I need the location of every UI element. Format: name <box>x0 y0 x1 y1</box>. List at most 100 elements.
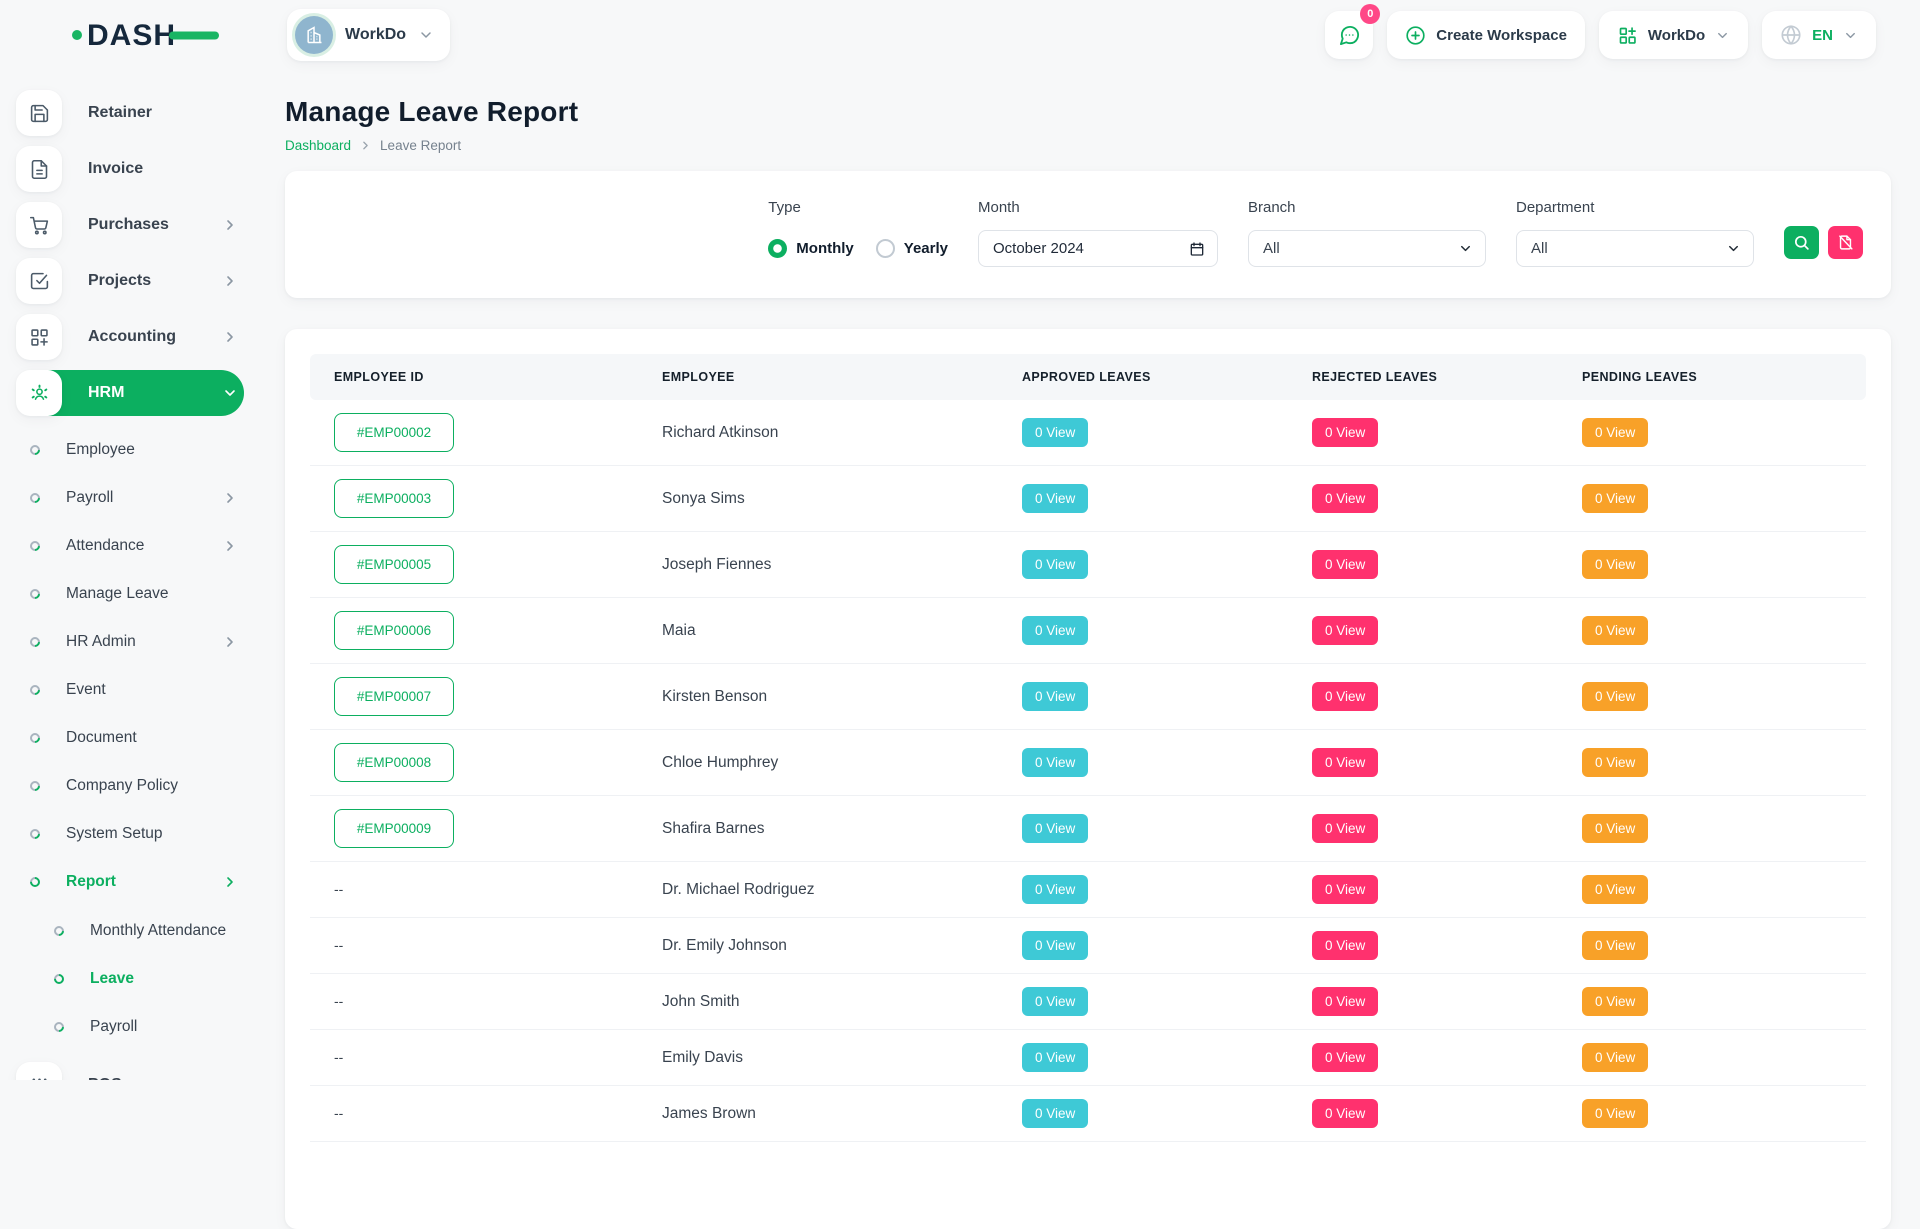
sidebar-item-label: Payroll <box>66 489 113 507</box>
sidebar-item-payroll[interactable]: Payroll <box>16 484 244 512</box>
workspace-selector[interactable]: WorkDo <box>287 9 450 61</box>
filter-month-group: Month October 2024 <box>978 199 1218 267</box>
approved-leaves-view-button[interactable]: 0 View <box>1022 875 1088 904</box>
employee-id-badge[interactable]: #EMP00007 <box>334 677 454 716</box>
pending-leaves-view-button[interactable]: 0 View <box>1582 682 1648 711</box>
approved-leaves-view-button[interactable]: 0 View <box>1022 484 1088 513</box>
rejected-leaves-view-button[interactable]: 0 View <box>1312 987 1378 1016</box>
month-input[interactable]: October 2024 <box>978 230 1218 267</box>
branch-select[interactable]: All <box>1248 230 1486 267</box>
employee-id-badge[interactable]: #EMP00006 <box>334 611 454 650</box>
pending-leaves-view-button[interactable]: 0 View <box>1582 748 1648 777</box>
approved-leaves-view-button[interactable]: 0 View <box>1022 418 1088 447</box>
approved-leaves-view-button[interactable]: 0 View <box>1022 748 1088 777</box>
apps-menu-button[interactable]: WorkDo <box>1599 11 1748 59</box>
sidebar-item-retainer[interactable]: Retainer <box>16 90 244 136</box>
sidebar-item-label: POS <box>88 1076 122 1080</box>
approved-leaves-view-button[interactable]: 0 View <box>1022 616 1088 645</box>
rejected-leaves-view-button[interactable]: 0 View <box>1312 550 1378 579</box>
chevron-right-icon <box>222 329 238 345</box>
employee-name: Chloe Humphrey <box>662 754 778 771</box>
approved-leaves-view-button[interactable]: 0 View <box>1022 1099 1088 1128</box>
pending-leaves-view-button[interactable]: 0 View <box>1582 550 1648 579</box>
sidebar-item-label: Company Policy <box>66 777 178 795</box>
employee-id-badge[interactable]: #EMP00002 <box>334 413 454 452</box>
rejected-leaves-view-button[interactable]: 0 View <box>1312 418 1378 447</box>
table-body: #EMP00002Richard Atkinson0 View0 View0 V… <box>310 400 1866 1142</box>
radio-yearly[interactable]: Yearly <box>876 239 948 258</box>
pending-leaves-view-button[interactable]: 0 View <box>1582 1043 1648 1072</box>
rejected-leaves-view-button[interactable]: 0 View <box>1312 1043 1378 1072</box>
table-row: --John Smith0 View0 View0 View <box>310 974 1866 1030</box>
approved-leaves-view-button[interactable]: 0 View <box>1022 1043 1088 1072</box>
sidebar-item-monthly-attendance[interactable]: Monthly Attendance <box>16 918 244 944</box>
sidebar-item-leave[interactable]: Leave <box>16 966 244 992</box>
pending-leaves-view-button[interactable]: 0 View <box>1582 875 1648 904</box>
rejected-leaves-view-button[interactable]: 0 View <box>1312 682 1378 711</box>
table-header-row: EMPLOYEE IDEMPLOYEEAPPROVED LEAVESREJECT… <box>310 354 1866 400</box>
sidebar-item-label: Leave <box>90 970 134 988</box>
sidebar-item-pos[interactable]: POS <box>16 1062 244 1080</box>
approved-leaves-view-button[interactable]: 0 View <box>1022 987 1088 1016</box>
approved-leaves-view-button[interactable]: 0 View <box>1022 682 1088 711</box>
sidebar-item-manage-leave[interactable]: Manage Leave <box>16 580 244 608</box>
language-selector[interactable]: EN <box>1762 11 1876 59</box>
brand-logo[interactable]: DASH <box>70 14 240 56</box>
month-label: Month <box>978 199 1218 216</box>
approved-leaves-view-button[interactable]: 0 View <box>1022 931 1088 960</box>
chat-icon <box>1338 24 1361 47</box>
employee-id-badge[interactable]: #EMP00009 <box>334 809 454 848</box>
approved-leaves-view-button[interactable]: 0 View <box>1022 550 1088 579</box>
employee-id-badge[interactable]: #EMP00005 <box>334 545 454 584</box>
chevron-right-icon <box>222 217 238 233</box>
rejected-leaves-view-button[interactable]: 0 View <box>1312 748 1378 777</box>
sidebar-item-event[interactable]: Event <box>16 676 244 704</box>
create-workspace-label: Create Workspace <box>1436 27 1567 44</box>
globe-icon <box>1780 24 1802 46</box>
employee-id-badge[interactable]: #EMP00008 <box>334 743 454 782</box>
sidebar-item-hrm[interactable]: HRM <box>16 370 244 416</box>
pending-leaves-view-button[interactable]: 0 View <box>1582 616 1648 645</box>
create-workspace-button[interactable]: Create Workspace <box>1387 11 1585 59</box>
sidebar: Retainer Invoice Purchases Projects Accoun… <box>0 70 258 1080</box>
pending-leaves-view-button[interactable]: 0 View <box>1582 1099 1648 1128</box>
messages-button[interactable]: 0 <box>1325 11 1373 59</box>
sidebar-item-invoice[interactable]: Invoice <box>16 146 244 192</box>
table-row: --Emily Davis0 View0 View0 View <box>310 1030 1866 1086</box>
sidebar-item-hr-admin[interactable]: HR Admin <box>16 628 244 656</box>
department-select[interactable]: All <box>1516 230 1754 267</box>
filter-actions <box>1784 226 1863 259</box>
table-row: #EMP00008 Chloe Humphrey 0 View 0 View 0 Vie… <box>310 730 1866 796</box>
employee-id-badge[interactable]: #EMP00003 <box>334 479 454 518</box>
rejected-leaves-view-button[interactable]: 0 View <box>1312 484 1378 513</box>
sidebar-item-accounting[interactable]: Accounting <box>16 314 244 360</box>
radio-monthly[interactable]: Monthly <box>768 239 854 258</box>
approved-leaves-view-button[interactable]: 0 View <box>1022 814 1088 843</box>
pending-leaves-view-button[interactable]: 0 View <box>1582 931 1648 960</box>
employee-id-empty: -- <box>334 937 343 953</box>
pending-leaves-view-button[interactable]: 0 View <box>1582 987 1648 1016</box>
rejected-leaves-view-button[interactable]: 0 View <box>1312 931 1378 960</box>
breadcrumb-dashboard-link[interactable]: Dashboard <box>285 138 351 153</box>
sidebar-item-company-policy[interactable]: Company Policy <box>16 772 244 800</box>
sidebar-item-system-setup[interactable]: System Setup <box>16 820 244 848</box>
sidebar-item-projects[interactable]: Projects <box>16 258 244 304</box>
table-row: #EMP00006Maia0 View0 View0 View <box>310 598 1866 664</box>
table-row: #EMP00009Shafira Barnes0 View0 View0 Vie… <box>310 796 1866 862</box>
rejected-leaves-view-button[interactable]: 0 View <box>1312 1099 1378 1128</box>
sidebar-item-payroll[interactable]: Payroll <box>16 1014 244 1040</box>
rejected-leaves-view-button[interactable]: 0 View <box>1312 814 1378 843</box>
pending-leaves-view-button[interactable]: 0 View <box>1582 418 1648 447</box>
sidebar-item-purchases[interactable]: Purchases <box>16 202 244 248</box>
sidebar-item-employee[interactable]: Employee <box>16 436 244 464</box>
rejected-leaves-view-button[interactable]: 0 View <box>1312 875 1378 904</box>
sidebar-item-document[interactable]: Document <box>16 724 244 752</box>
reset-filter-button[interactable] <box>1828 226 1863 259</box>
sidebar-item-attendance[interactable]: Attendance <box>16 532 244 560</box>
pending-leaves-view-button[interactable]: 0 View <box>1582 814 1648 843</box>
pending-leaves-view-button[interactable]: 0 View <box>1582 484 1648 513</box>
sidebar-item-label: Employee <box>66 441 135 459</box>
rejected-leaves-view-button[interactable]: 0 View <box>1312 616 1378 645</box>
apply-filter-button[interactable] <box>1784 226 1819 259</box>
sidebar-item-report[interactable]: Report <box>16 868 244 896</box>
